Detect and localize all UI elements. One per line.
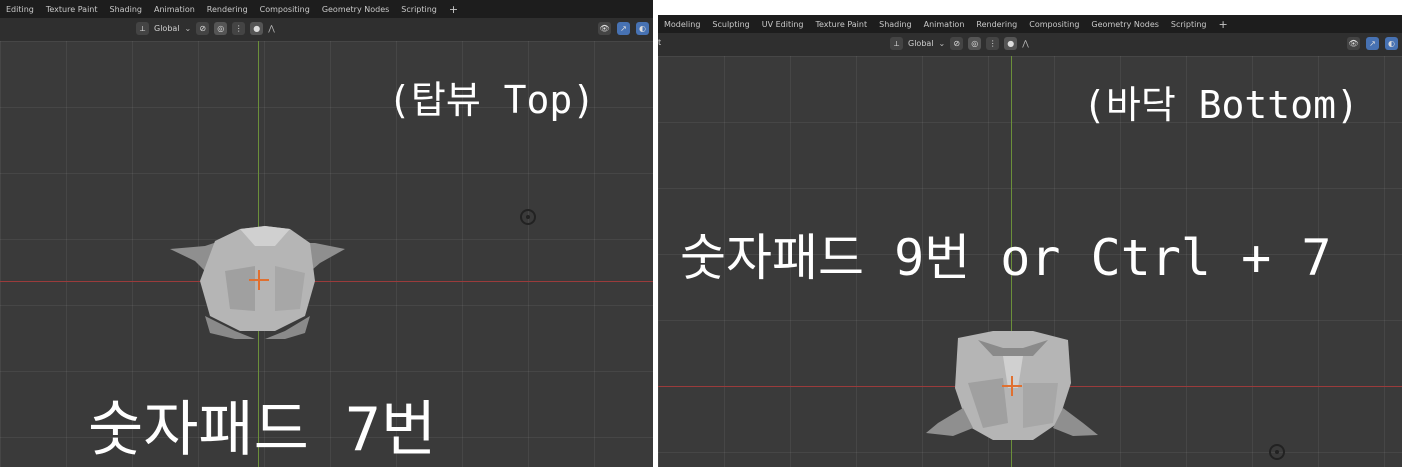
object-visibility-icon[interactable]: 👁: [598, 22, 611, 35]
add-workspace-button[interactable]: +: [443, 3, 464, 16]
chevron-down-icon[interactable]: ⌄: [185, 24, 192, 33]
transform-orientation-icon[interactable]: ⟂: [890, 37, 903, 50]
snap-target-icon[interactable]: ⋮: [986, 37, 1000, 50]
view-label: (탑뷰 Top): [388, 78, 596, 122]
workspace-tab-bar: Modeling Sculpting UV Editing Texture Pa…: [658, 15, 1402, 33]
right-blender-screenshot: Modeling Sculpting UV Editing Texture Pa…: [658, 15, 1402, 467]
overlay-icon[interactable]: ◐: [1385, 37, 1398, 50]
header-right-tools: 👁 ↗ ◐: [1347, 37, 1398, 50]
tab-animation[interactable]: Animation: [148, 5, 201, 14]
object-visibility-icon[interactable]: 👁: [1347, 37, 1360, 50]
proportional-editing-icon[interactable]: ●: [1004, 37, 1018, 50]
view-label: (바닥 Bottom): [1083, 83, 1359, 127]
header-right-tools: 👁 ↗ ◐: [598, 22, 649, 35]
falloff-icon[interactable]: ⋀: [1022, 39, 1029, 48]
proportional-editing-icon[interactable]: ●: [250, 22, 264, 35]
shortcut-label: 숫자패드 9번 or Ctrl + 7: [680, 229, 1332, 287]
pivot-point-icon[interactable]: ⊘: [196, 22, 210, 35]
light-object-icon[interactable]: [1269, 444, 1285, 460]
gizmo-icon[interactable]: ↗: [617, 22, 630, 35]
tab-geometry-nodes[interactable]: Geometry Nodes: [1085, 20, 1164, 29]
tab-compositing[interactable]: Compositing: [254, 5, 316, 14]
tab-texture-paint[interactable]: Texture Paint: [40, 5, 104, 14]
3d-viewport[interactable]: (탑뷰 Top) 숫자패드 7번: [0, 41, 653, 467]
tab-rendering[interactable]: Rendering: [970, 20, 1023, 29]
3d-viewport[interactable]: (바닥 Bottom) 숫자패드 9번 or Ctrl + 7: [658, 56, 1402, 467]
overlay-icon[interactable]: ◐: [636, 22, 649, 35]
tab-scripting[interactable]: Scripting: [395, 5, 443, 14]
menu-fragment: t: [658, 38, 662, 47]
tab-scripting[interactable]: Scripting: [1165, 20, 1213, 29]
tab-rendering[interactable]: Rendering: [201, 5, 254, 14]
chevron-down-icon[interactable]: ⌄: [939, 39, 946, 48]
header-tools: ⟂ Global ⌄ ⊘ ◎ ⋮ ● ⋀: [890, 37, 1029, 50]
tab-shading[interactable]: Shading: [104, 5, 149, 14]
viewport-header: ⟂ Global ⌄ ⊘ ◎ ⋮ ● ⋀ 👁 ↗ ◐: [0, 18, 653, 41]
tab-modeling[interactable]: Modeling: [658, 20, 706, 29]
falloff-icon[interactable]: ⋀: [268, 24, 275, 33]
snap-target-icon[interactable]: ⋮: [232, 22, 246, 35]
tab-animation[interactable]: Animation: [918, 20, 971, 29]
tab-texture-paint[interactable]: Texture Paint: [809, 20, 873, 29]
snap-icon[interactable]: ◎: [214, 22, 228, 35]
tab-compositing[interactable]: Compositing: [1023, 20, 1085, 29]
3d-cursor-icon[interactable]: [1002, 376, 1022, 396]
3d-cursor-icon[interactable]: [249, 270, 269, 290]
transform-orientation-icon[interactable]: ⟂: [136, 22, 149, 35]
pivot-point-icon[interactable]: ⊘: [950, 37, 964, 50]
header-tools: ⟂ Global ⌄ ⊘ ◎ ⋮ ● ⋀: [136, 22, 275, 35]
tab-shading[interactable]: Shading: [873, 20, 918, 29]
light-object-icon[interactable]: [520, 209, 536, 225]
gizmo-icon[interactable]: ↗: [1366, 37, 1379, 50]
snap-icon[interactable]: ◎: [968, 37, 982, 50]
viewport-header: t ⟂ Global ⌄ ⊘ ◎ ⋮ ● ⋀ 👁 ↗ ◐: [658, 33, 1402, 56]
add-workspace-button[interactable]: +: [1212, 18, 1233, 31]
shortcut-label: 숫자패드 7번: [88, 395, 437, 465]
left-blender-screenshot: Editing Texture Paint Shading Animation …: [0, 0, 653, 467]
workspace-tab-bar: Editing Texture Paint Shading Animation …: [0, 0, 653, 18]
tab-uv-editing[interactable]: UV Editing: [756, 20, 810, 29]
transform-orientation-select[interactable]: Global: [154, 24, 180, 33]
tab-sculpting[interactable]: Sculpting: [706, 20, 755, 29]
tab-geometry-nodes[interactable]: Geometry Nodes: [316, 5, 395, 14]
tab-editing[interactable]: Editing: [0, 5, 40, 14]
transform-orientation-select[interactable]: Global: [908, 39, 934, 48]
